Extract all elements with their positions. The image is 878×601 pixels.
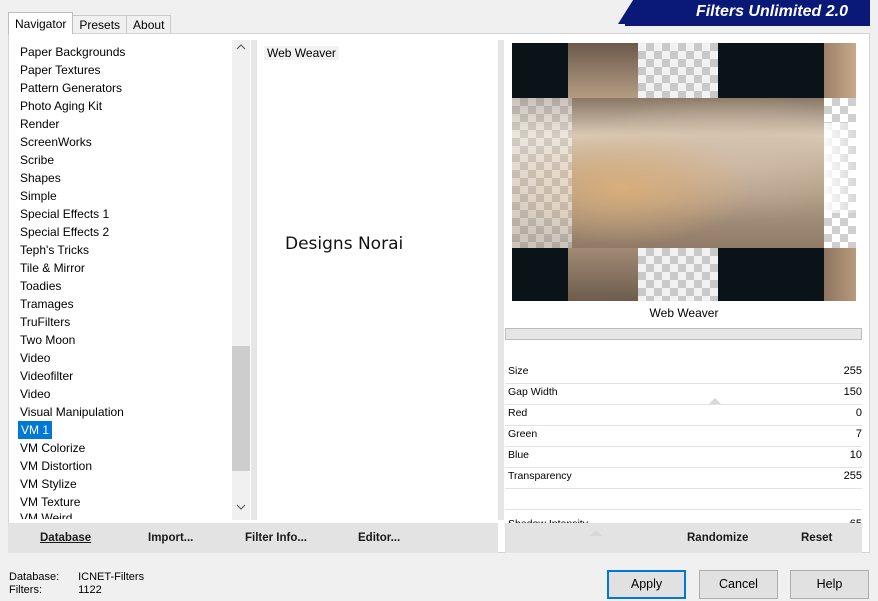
- slider-value: 0: [855, 407, 862, 419]
- category-list[interactable]: Paper Backgrounds Paper Textures Pattern…: [18, 43, 232, 523]
- category-item[interactable]: TruFilters: [18, 313, 232, 331]
- preview-filter-name: Web Weaver: [649, 306, 719, 320]
- preview-image: [512, 43, 856, 301]
- category-item[interactable]: Visual Manipulation: [18, 403, 232, 421]
- category-item[interactable]: Render: [18, 115, 232, 133]
- category-item[interactable]: Video: [18, 385, 232, 403]
- category-item[interactable]: Pattern Generators: [18, 79, 232, 97]
- category-item[interactable]: VM Distortion: [18, 457, 232, 475]
- category-item[interactable]: VM Colorize: [18, 439, 232, 457]
- slider-label: Transparency: [508, 470, 572, 482]
- tab-about[interactable]: About: [126, 15, 172, 34]
- slider-value: 255: [843, 365, 862, 377]
- category-item[interactable]: Special Effects 2: [18, 223, 232, 241]
- panel-divider: [251, 40, 257, 520]
- database-label: Database:: [9, 571, 60, 583]
- category-item[interactable]: Paper Backgrounds: [18, 43, 232, 61]
- import-button[interactable]: Import...: [148, 523, 193, 553]
- cancel-button[interactable]: Cancel: [699, 570, 778, 599]
- apply-button[interactable]: Apply: [607, 570, 686, 599]
- scrollbar-thumb[interactable]: [232, 346, 250, 471]
- slider-empty: [505, 489, 862, 510]
- slider-gap-width[interactable]: Gap Width 150: [505, 384, 862, 405]
- slider-label: Gap Width: [508, 386, 558, 398]
- database-value: ICNET-Filters: [78, 571, 145, 583]
- category-item-selected[interactable]: VM 1: [18, 421, 53, 439]
- slider-size[interactable]: Size 255: [505, 363, 862, 384]
- slider-marker-icon: [590, 530, 602, 536]
- category-item[interactable]: Special Effects 1: [18, 205, 232, 223]
- category-item[interactable]: Two Moon: [18, 331, 232, 349]
- tab-presets[interactable]: Presets: [72, 15, 128, 34]
- right-toolbar: Randomize Reset: [505, 523, 862, 553]
- filter-info-button[interactable]: Filter Info...: [245, 523, 307, 553]
- database-button[interactable]: Database: [40, 523, 91, 553]
- progress-bar: [505, 328, 862, 340]
- category-item[interactable]: VM Stylize: [18, 475, 232, 493]
- slider-value: 10: [849, 449, 862, 461]
- banner-underline: [625, 24, 870, 26]
- slider-value: 255: [843, 470, 862, 482]
- slider-red[interactable]: Red 0: [505, 405, 862, 426]
- slider-value: 150: [843, 386, 862, 398]
- watermark-text: Designs Norai: [285, 234, 404, 254]
- category-item[interactable]: Shapes: [18, 169, 232, 187]
- tab-navigator[interactable]: Navigator: [8, 12, 74, 34]
- status-info: Database: ICNET-Filters Filters: 1122: [9, 571, 144, 597]
- category-item[interactable]: Photo Aging Kit: [18, 97, 232, 115]
- filter-item[interactable]: Web Weaver: [264, 46, 339, 60]
- slider-label: Blue: [508, 449, 530, 461]
- panel-divider: [498, 40, 504, 520]
- category-item[interactable]: Paper Textures: [18, 61, 232, 79]
- slider-label: Green: [508, 428, 538, 440]
- chevron-down-icon[interactable]: [232, 500, 250, 518]
- category-item[interactable]: ScreenWorks: [18, 133, 232, 151]
- app-title-banner: Filters Unlimited 2.0: [618, 0, 870, 24]
- category-item[interactable]: Toadies: [18, 277, 232, 295]
- parameter-panel: Size 255 Gap Width 150 Red 0 Green 7 Blu…: [505, 363, 862, 536]
- category-item[interactable]: VM Weird: [18, 511, 232, 519]
- category-item[interactable]: Simple: [18, 187, 232, 205]
- category-item[interactable]: Tramages: [18, 295, 232, 313]
- filter-list[interactable]: Web Weaver: [264, 45, 339, 61]
- help-button[interactable]: Help: [790, 570, 869, 599]
- slider-marker-icon: [709, 398, 721, 404]
- category-item[interactable]: VM Texture: [18, 493, 232, 511]
- category-item[interactable]: Tile & Mirror: [18, 259, 232, 277]
- category-item[interactable]: Scribe: [18, 151, 232, 169]
- chevron-up-icon[interactable]: [232, 40, 250, 58]
- slider-transparency[interactable]: Transparency 255: [505, 468, 862, 489]
- reset-button[interactable]: Reset: [801, 523, 832, 553]
- slider-label: Size: [508, 365, 529, 377]
- randomize-button[interactable]: Randomize: [687, 523, 748, 553]
- left-toolbar: Database Import... Filter Info... Editor…: [8, 523, 498, 553]
- filters-value: 1122: [78, 584, 102, 596]
- filters-label: Filters:: [9, 584, 42, 596]
- tab-bar: Navigator Presets About: [8, 12, 172, 34]
- editor-button[interactable]: Editor...: [358, 523, 400, 553]
- slider-blue[interactable]: Blue 10: [505, 447, 862, 468]
- category-item[interactable]: Teph's Tricks: [18, 241, 232, 259]
- slider-label: Red: [508, 407, 528, 419]
- slider-green[interactable]: Green 7: [505, 426, 862, 447]
- category-item[interactable]: Videofilter: [18, 367, 232, 385]
- slider-value: 7: [855, 428, 862, 440]
- category-item[interactable]: Video: [18, 349, 232, 367]
